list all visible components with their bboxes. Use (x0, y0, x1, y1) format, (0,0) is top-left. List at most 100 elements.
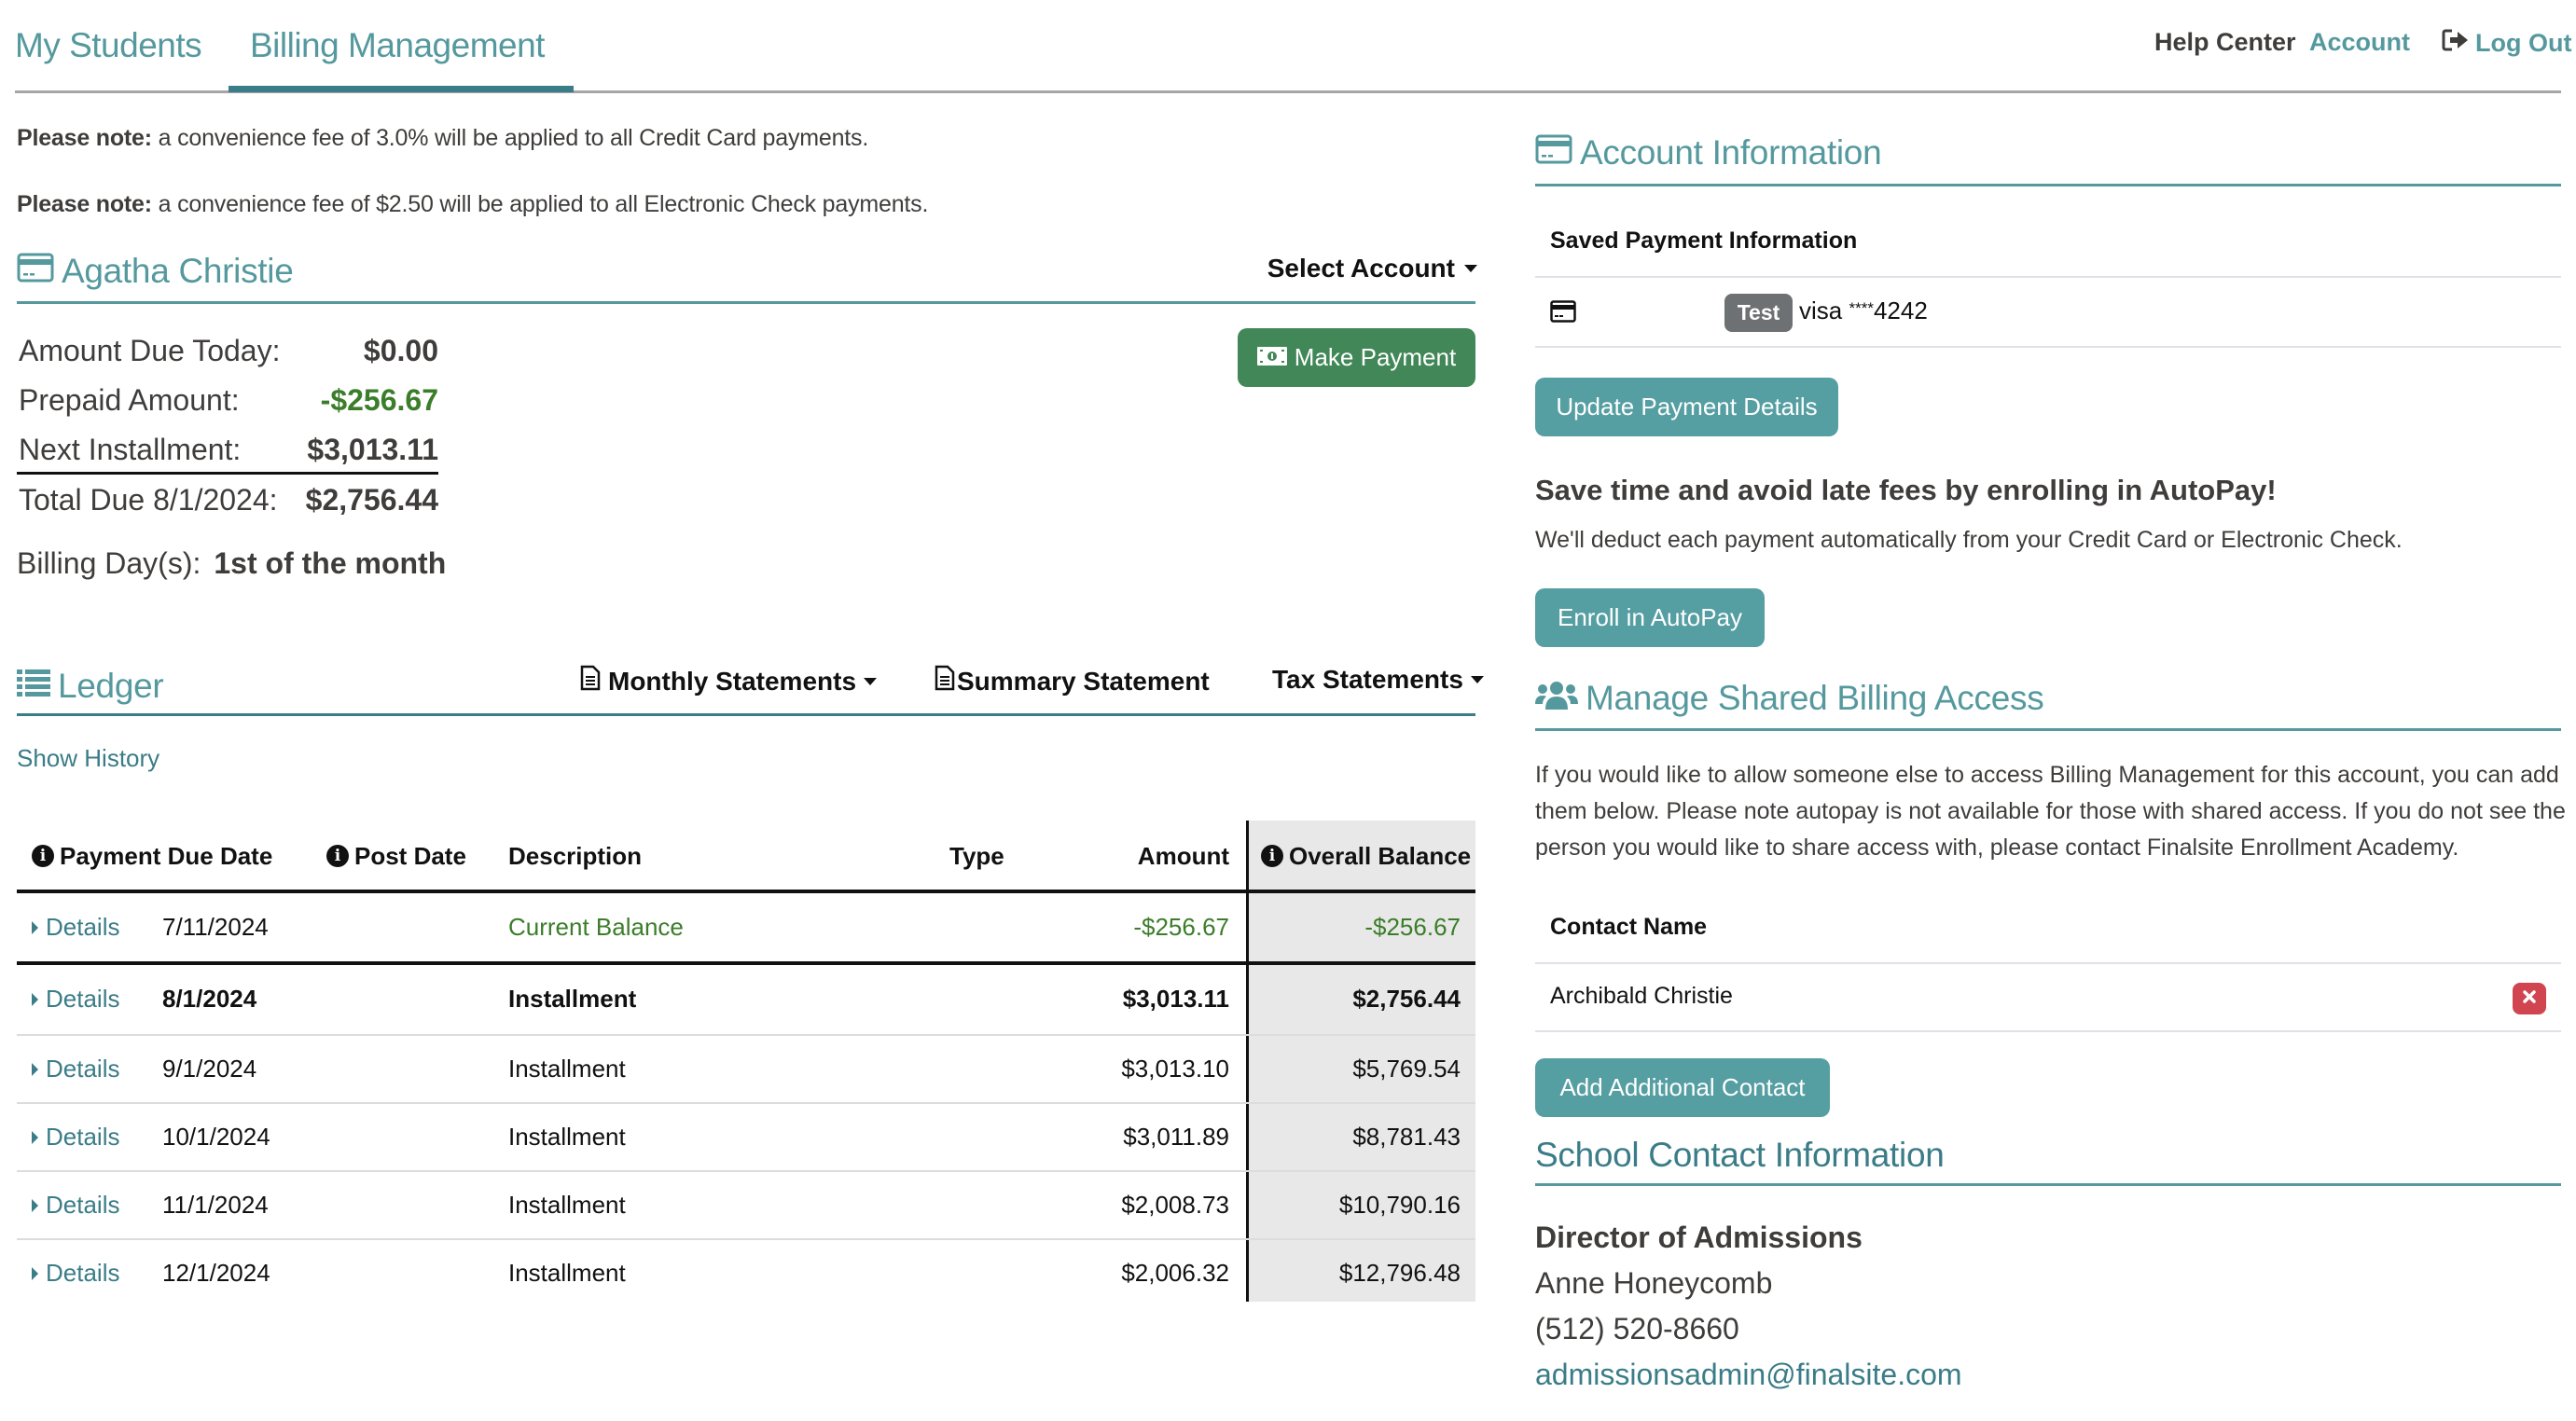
description-cell: Current Balance (508, 913, 684, 941)
section-divider (1535, 728, 2561, 731)
log-out-link[interactable]: Log Out (2442, 28, 2571, 59)
details-toggle[interactable]: Details (32, 913, 119, 942)
description-cell: Installment (508, 985, 637, 1013)
amount-cell: -$256.67 (1133, 913, 1229, 941)
details-toggle[interactable]: Details (32, 1123, 119, 1152)
details-toggle[interactable]: Details (32, 1259, 119, 1288)
file-icon (935, 665, 955, 697)
billing-day-label: Billing Day(s): (17, 546, 201, 580)
next-installment-row: Next Installment: $3,013.11 (19, 433, 438, 467)
billing-day-value: 1st of the month (214, 546, 447, 580)
summary-label: Amount Due Today: (19, 334, 281, 367)
table-row: Details 7/11/2024 Current Balance -$256.… (17, 893, 1475, 961)
account-information-title: Account Information (1580, 133, 1882, 172)
contact-name-header: Contact Name (1550, 914, 1708, 940)
balance-cell: $12,796.48 (1338, 1259, 1461, 1287)
tab-my-students[interactable]: My Students (15, 26, 202, 65)
account-holder-name: Agatha Christie (62, 252, 294, 290)
caret-down-icon (1464, 265, 1477, 272)
money-bill-icon (1256, 343, 1287, 372)
autopay-description: We'll deduct each payment automatically … (1535, 527, 2403, 553)
close-icon (2522, 989, 2537, 1009)
billing-day-info: Billing Day(s): 1st of the month (17, 546, 446, 581)
card-brand: visa (1799, 297, 1843, 324)
summary-statement-link[interactable]: Summary Statement (935, 665, 1210, 697)
table-row: Details 8/1/2024 Installment $3,013.11 $… (17, 965, 1475, 1033)
school-contact-role: Director of Admissions (1535, 1221, 1863, 1254)
account-link[interactable]: Account (2309, 28, 2410, 57)
row-divider (1535, 962, 2561, 964)
details-toggle[interactable]: Details (32, 985, 119, 1014)
show-history-link[interactable]: Show History (17, 744, 159, 773)
select-account-dropdown[interactable]: Select Account (1267, 254, 1477, 283)
school-contact-phone: (512) 520-8660 (1535, 1312, 1739, 1345)
description-cell: Installment (508, 1123, 626, 1151)
echeck-fee-note: Please note: a convenience fee of $2.50 … (17, 191, 928, 218)
tax-statements-label: Tax Statements (1272, 665, 1463, 694)
balance-cell: $2,756.44 (1352, 985, 1461, 1013)
make-payment-button[interactable]: Make Payment (1238, 328, 1475, 387)
test-badge: Test (1724, 294, 1793, 332)
select-account-label: Select Account (1267, 254, 1455, 283)
info-icon[interactable]: i (32, 845, 54, 867)
description-cell: Installment (508, 1055, 626, 1083)
school-contact-name: Anne Honeycomb (1535, 1266, 1773, 1300)
section-divider (17, 713, 1475, 716)
summary-statement-label: Summary Statement (957, 666, 1210, 696)
details-toggle[interactable]: Details (32, 1055, 119, 1083)
log-out-label: Log Out (2475, 29, 2572, 57)
balance-cell: $8,781.43 (1352, 1123, 1461, 1151)
col-payment-due-date: i Payment Due Date (32, 821, 272, 891)
account-holder-heading: Agatha Christie (17, 252, 294, 291)
row-divider (1535, 276, 2561, 278)
card-last4: 4242 (1873, 297, 1928, 324)
table-row: Details 12/1/2024 Installment $2,006.32 … (17, 1239, 1475, 1307)
caret-right-icon (32, 1062, 38, 1076)
summary-label: Prepaid Amount: (19, 383, 240, 417)
tab-billing-management[interactable]: Billing Management (250, 26, 545, 65)
total-due-row: Total Due 8/1/2024: $2,756.44 (19, 483, 438, 517)
summary-value: -$256.67 (320, 383, 438, 417)
school-contact-heading: School Contact Information (1535, 1136, 1945, 1174)
caret-right-icon (32, 1266, 38, 1280)
section-divider (1535, 1183, 2561, 1186)
note-prefix: Please note: (17, 125, 152, 151)
account-information-heading: Account Information (1535, 133, 1882, 172)
monthly-statements-dropdown[interactable]: Monthly Statements (580, 665, 878, 697)
school-contact-email-link[interactable]: admissionsadmin@finalsite.com (1535, 1358, 1962, 1392)
table-row: Details 10/1/2024 Installment $3,011.89 … (17, 1103, 1475, 1171)
amount-cell: $3,013.11 (1122, 985, 1229, 1013)
balance-cell: $10,790.16 (1338, 1191, 1461, 1219)
table-row: Details 11/1/2024 Installment $2,008.73 … (17, 1171, 1475, 1239)
section-divider (17, 301, 1475, 304)
update-payment-details-button[interactable]: Update Payment Details (1535, 378, 1838, 436)
col-post-date: i Post Date (326, 821, 466, 891)
info-icon[interactable]: i (1261, 845, 1283, 867)
add-additional-contact-button[interactable]: Add Additional Contact (1535, 1058, 1830, 1117)
ledger-title: Ledger (58, 667, 164, 705)
help-center-link[interactable]: Help Center (2154, 28, 2296, 57)
caret-right-icon (32, 1130, 38, 1144)
due-date-cell: 8/1/2024 (162, 985, 257, 1013)
balance-cell: $5,769.54 (1352, 1055, 1461, 1083)
tax-statements-dropdown[interactable]: Tax Statements (1272, 665, 1484, 695)
users-icon (1535, 679, 1578, 718)
prepaid-amount-row: Prepaid Amount: -$256.67 (19, 383, 438, 418)
enroll-autopay-button[interactable]: Enroll in AutoPay (1535, 588, 1765, 647)
col-overall-balance: i Overall Balance (1261, 821, 1471, 891)
make-payment-label: Make Payment (1294, 343, 1457, 371)
amount-cell: $2,008.73 (1121, 1191, 1229, 1219)
saved-payment-header: Saved Payment Information (1550, 228, 1858, 254)
shared-contact-name: Archibald Christie (1550, 983, 1733, 1009)
details-toggle[interactable]: Details (32, 1191, 119, 1220)
note-text: a convenience fee of 3.0% will be applie… (151, 125, 869, 151)
summary-value: $0.00 (363, 334, 438, 367)
sign-out-icon (2442, 28, 2470, 59)
ledger-heading: Ledger (17, 667, 164, 706)
remove-contact-button[interactable] (2513, 983, 2546, 1014)
row-divider (1535, 346, 2561, 348)
shared-access-description: If you would like to allow someone else … (1535, 762, 2566, 861)
info-icon[interactable]: i (326, 845, 349, 867)
section-divider (1535, 184, 2561, 186)
note-prefix: Please note: (17, 191, 152, 217)
